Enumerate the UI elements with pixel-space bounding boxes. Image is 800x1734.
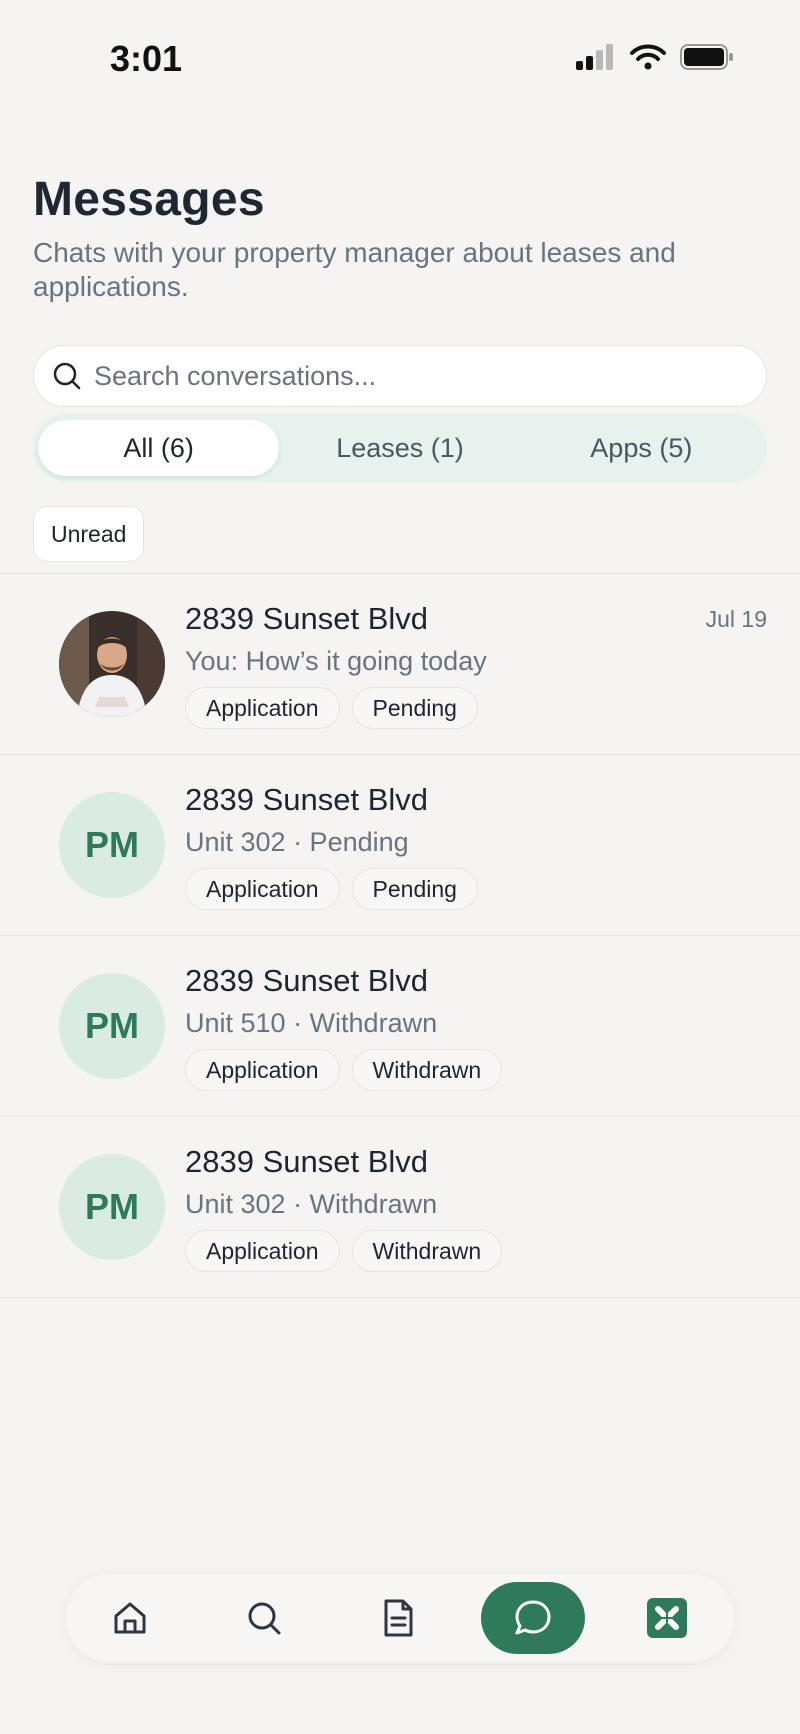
status-bar: 3:01 — [0, 0, 800, 120]
conversation-title: 2839 Sunset Blvd — [185, 601, 429, 636]
conversation-preview: Unit 510 · Withdrawn — [185, 1008, 438, 1038]
type-tag: Application — [185, 1049, 340, 1091]
nav-home[interactable] — [78, 1582, 182, 1654]
avatar: PM — [59, 1154, 165, 1260]
conversation-row[interactable]: 2839 Sunset Blvd You: How’s it going tod… — [0, 574, 800, 755]
home-icon — [114, 1602, 146, 1634]
home-indicator — [104, 1664, 696, 1665]
status-time: 3:01 — [110, 38, 183, 79]
status-tag: Pending — [351, 687, 478, 729]
conversation-row[interactable]: PM 2839 Sunset Blvd Unit 302 · Pending A… — [0, 755, 800, 936]
conversation-row[interactable]: PM 2839 Sunset Blvd Unit 510 · Withdrawn… — [0, 936, 800, 1117]
type-tag: Application — [185, 1230, 340, 1272]
status-tag: Withdrawn — [351, 1049, 503, 1091]
type-tag: Application — [185, 687, 340, 729]
conversation-list: 2839 Sunset Blvd You: How’s it going tod… — [0, 573, 800, 1298]
page-subtitle: Chats with your property manager about l… — [33, 237, 676, 302]
avatar — [59, 611, 165, 717]
type-tag: Application — [185, 868, 340, 910]
app-logo-icon — [647, 1598, 687, 1638]
conversation-title: 2839 Sunset Blvd — [185, 1144, 429, 1179]
conversation-title: 2839 Sunset Blvd — [185, 963, 429, 998]
search-icon — [53, 362, 81, 390]
cellular-signal-icon — [576, 44, 613, 70]
conversation-preview: Unit 302 · Withdrawn — [185, 1189, 438, 1219]
wifi-icon — [630, 44, 666, 70]
page-title: Messages — [33, 173, 265, 226]
conversation-title: 2839 Sunset Blvd — [185, 782, 429, 817]
nav-documents[interactable] — [346, 1582, 450, 1654]
status-tag: Withdrawn — [351, 1230, 503, 1272]
tab-apps[interactable]: Apps (5) — [521, 420, 762, 476]
conversation-preview: You: How’s it going today — [185, 646, 487, 676]
avatar-photo-icon — [59, 611, 165, 717]
avatar: PM — [59, 792, 165, 898]
nav-app[interactable] — [615, 1582, 719, 1654]
nav-search[interactable] — [212, 1582, 316, 1654]
tab-leases[interactable]: Leases (1) — [279, 420, 520, 476]
nav-messages[interactable] — [481, 1582, 585, 1654]
search-bar[interactable] — [33, 345, 767, 407]
unread-filter-chip[interactable]: Unread — [33, 506, 145, 562]
conversation-preview: Unit 302 · Pending — [185, 827, 409, 857]
document-icon — [384, 1599, 413, 1637]
chat-icon — [515, 1600, 551, 1635]
battery-icon — [680, 44, 733, 70]
conversation-date: Jul 19 — [705, 606, 767, 632]
avatar: PM — [59, 973, 165, 1079]
conversation-tags: Application Pending — [185, 868, 478, 910]
tab-all[interactable]: All (6) — [38, 420, 280, 476]
messages-screen: 3:01 Messages Chats with your property m… — [0, 0, 800, 1734]
bottom-nav — [66, 1574, 734, 1662]
conversation-tags: Application Pending — [185, 687, 478, 729]
search-icon — [248, 1602, 281, 1635]
status-tag: Pending — [351, 868, 478, 910]
search-input[interactable] — [94, 360, 734, 392]
conversation-tags: Application Withdrawn — [185, 1230, 503, 1272]
conversation-row[interactable]: PM 2839 Sunset Blvd Unit 302 · Withdrawn… — [0, 1117, 800, 1298]
status-icons — [576, 44, 734, 70]
conversation-type-tabs: All (6) Leases (1) Apps (5) — [33, 414, 767, 482]
conversation-tags: Application Withdrawn — [185, 1049, 503, 1091]
